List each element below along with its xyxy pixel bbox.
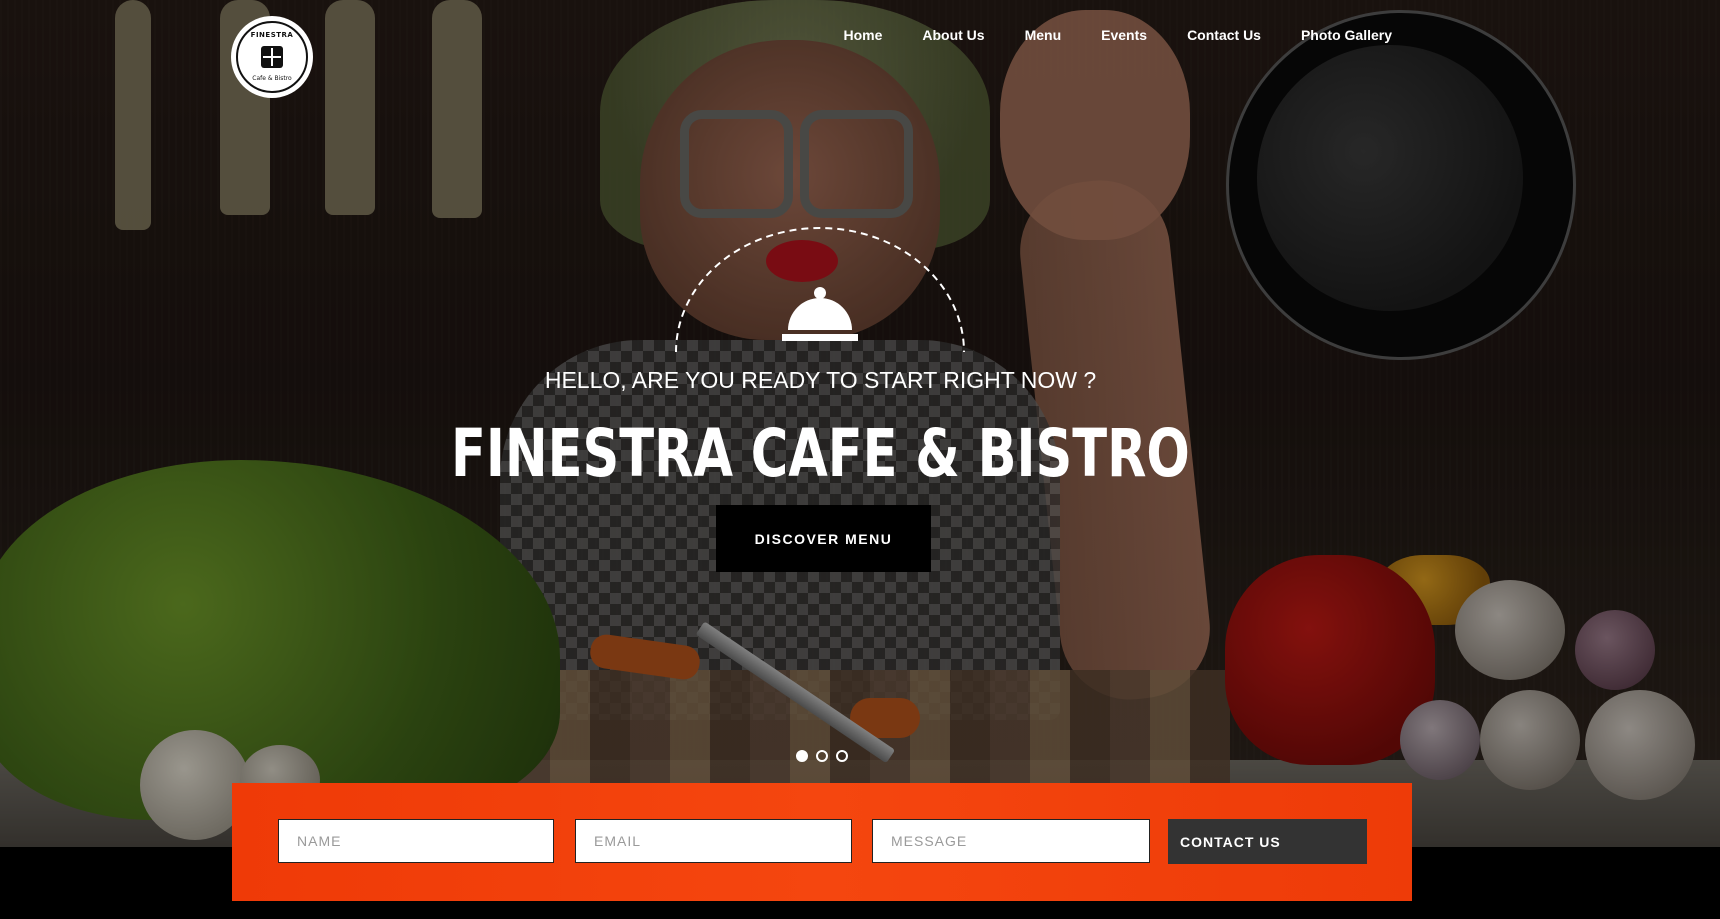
site-logo[interactable]: FINESTRA Cafe & Bistro xyxy=(231,16,313,98)
slider-dot-2[interactable] xyxy=(816,750,828,762)
slider-dot-1[interactable] xyxy=(796,750,808,762)
message-field[interactable] xyxy=(872,819,1150,863)
cloche-icon xyxy=(782,287,858,341)
window-icon xyxy=(261,46,283,68)
slider-dot-3[interactable] xyxy=(836,750,848,762)
nav-contact-us[interactable]: Contact Us xyxy=(1187,27,1261,43)
nav-menu[interactable]: Menu xyxy=(1025,27,1062,43)
logo-text-top: FINESTRA xyxy=(250,31,294,39)
hero-title: FINESTRA CAFE & BISTRO xyxy=(451,415,1190,492)
logo-text-bottom: Cafe & Bistro xyxy=(252,75,292,82)
logo-ring: FINESTRA Cafe & Bistro xyxy=(236,21,308,93)
nav-events[interactable]: Events xyxy=(1101,27,1147,43)
nav-photo-gallery[interactable]: Photo Gallery xyxy=(1301,27,1392,43)
name-field[interactable] xyxy=(278,819,554,863)
main-nav: Home About Us Menu Events Contact Us Pho… xyxy=(843,27,1392,43)
nav-home[interactable]: Home xyxy=(843,27,882,43)
contact-us-button[interactable]: CONTACT US xyxy=(1168,819,1367,864)
slider-dots xyxy=(796,750,848,762)
email-field[interactable] xyxy=(575,819,852,863)
discover-menu-button[interactable]: DISCOVER MENU xyxy=(716,505,931,572)
contact-form: CONTACT US xyxy=(232,783,1412,901)
nav-about-us[interactable]: About Us xyxy=(922,27,984,43)
hero-subtitle: HELLO, ARE YOU READY TO START RIGHT NOW … xyxy=(544,367,1097,393)
